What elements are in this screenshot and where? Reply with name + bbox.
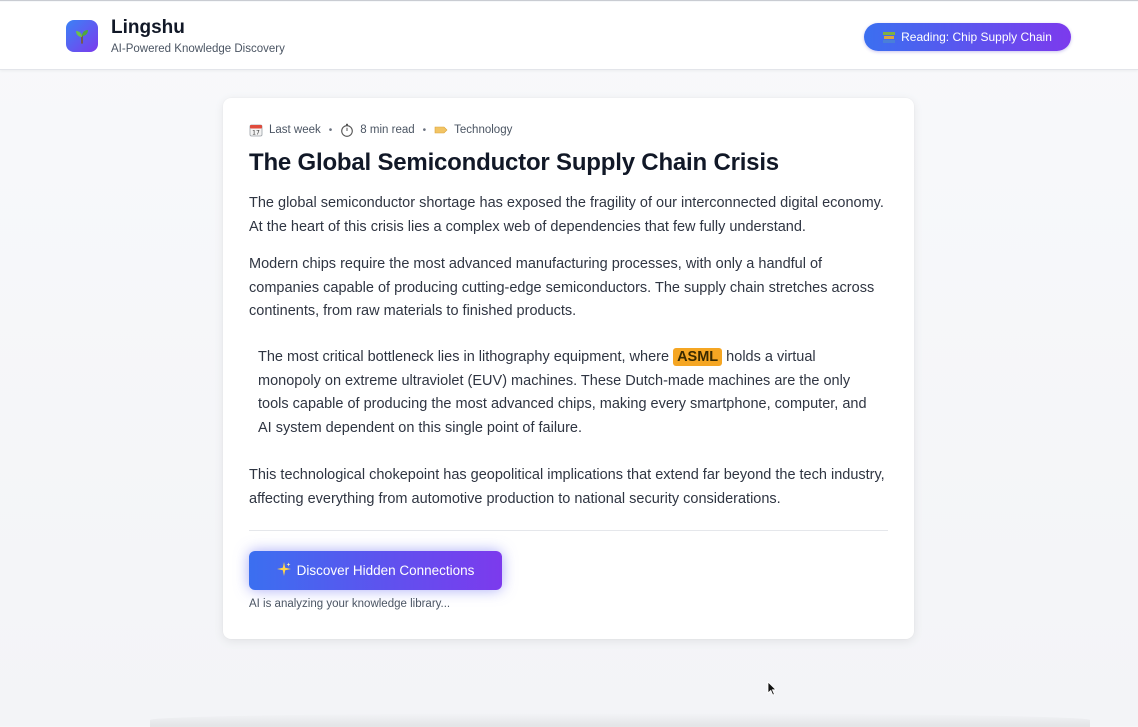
meta-separator: • [422,124,427,136]
sparkles-icon [276,562,291,579]
reading-label: Reading: Chip Supply Chain [901,30,1052,44]
mouse-pointer-icon [767,681,777,696]
article-date: Last week [269,124,321,136]
tag-icon [434,123,448,137]
panel-edge-shadow [150,713,1090,727]
article-meta: 17 Last week • 8 min read • Technology [249,123,512,137]
article-quote-paragraph: The most critical bottleneck lies in lit… [258,346,878,440]
analysis-status: AI is analyzing your knowledge library..… [249,598,451,610]
reading-badge[interactable]: Reading: Chip Supply Chain [864,23,1071,51]
divider [249,530,888,531]
app-window: Lingshu AI-Powered Knowledge Discovery R… [0,0,1138,727]
article-paragraph: The global semiconductor shortage has ex… [249,195,884,235]
svg-text:17: 17 [252,130,260,137]
article-title: The Global Semiconductor Supply Chain Cr… [249,149,779,176]
quote-text-before: The most critical bottleneck lies in lit… [258,349,674,365]
app-tagline: AI-Powered Knowledge Discovery [111,43,285,55]
read-time: 8 min read [360,124,415,136]
article-card: 17 Last week • 8 min read • Technology T… [223,98,914,639]
entity-highlight-asml[interactable]: ASML [673,348,723,366]
top-bar: Lingshu AI-Powered Knowledge Discovery R… [0,2,1138,70]
stopwatch-icon [340,123,354,137]
seedling-icon[interactable] [66,20,98,52]
discover-label: Discover Hidden Connections [296,563,475,578]
app-title: Lingshu [111,17,185,38]
article-category[interactable]: Technology [454,124,512,136]
books-icon [883,32,896,43]
article-paragraph: Modern chips require the most advanced m… [249,256,875,319]
meta-separator: • [328,124,333,136]
discover-connections-button[interactable]: Discover Hidden Connections [249,551,502,590]
article-paragraph: This technological chokepoint has geopol… [249,467,885,507]
calendar-icon: 17 [249,123,263,137]
